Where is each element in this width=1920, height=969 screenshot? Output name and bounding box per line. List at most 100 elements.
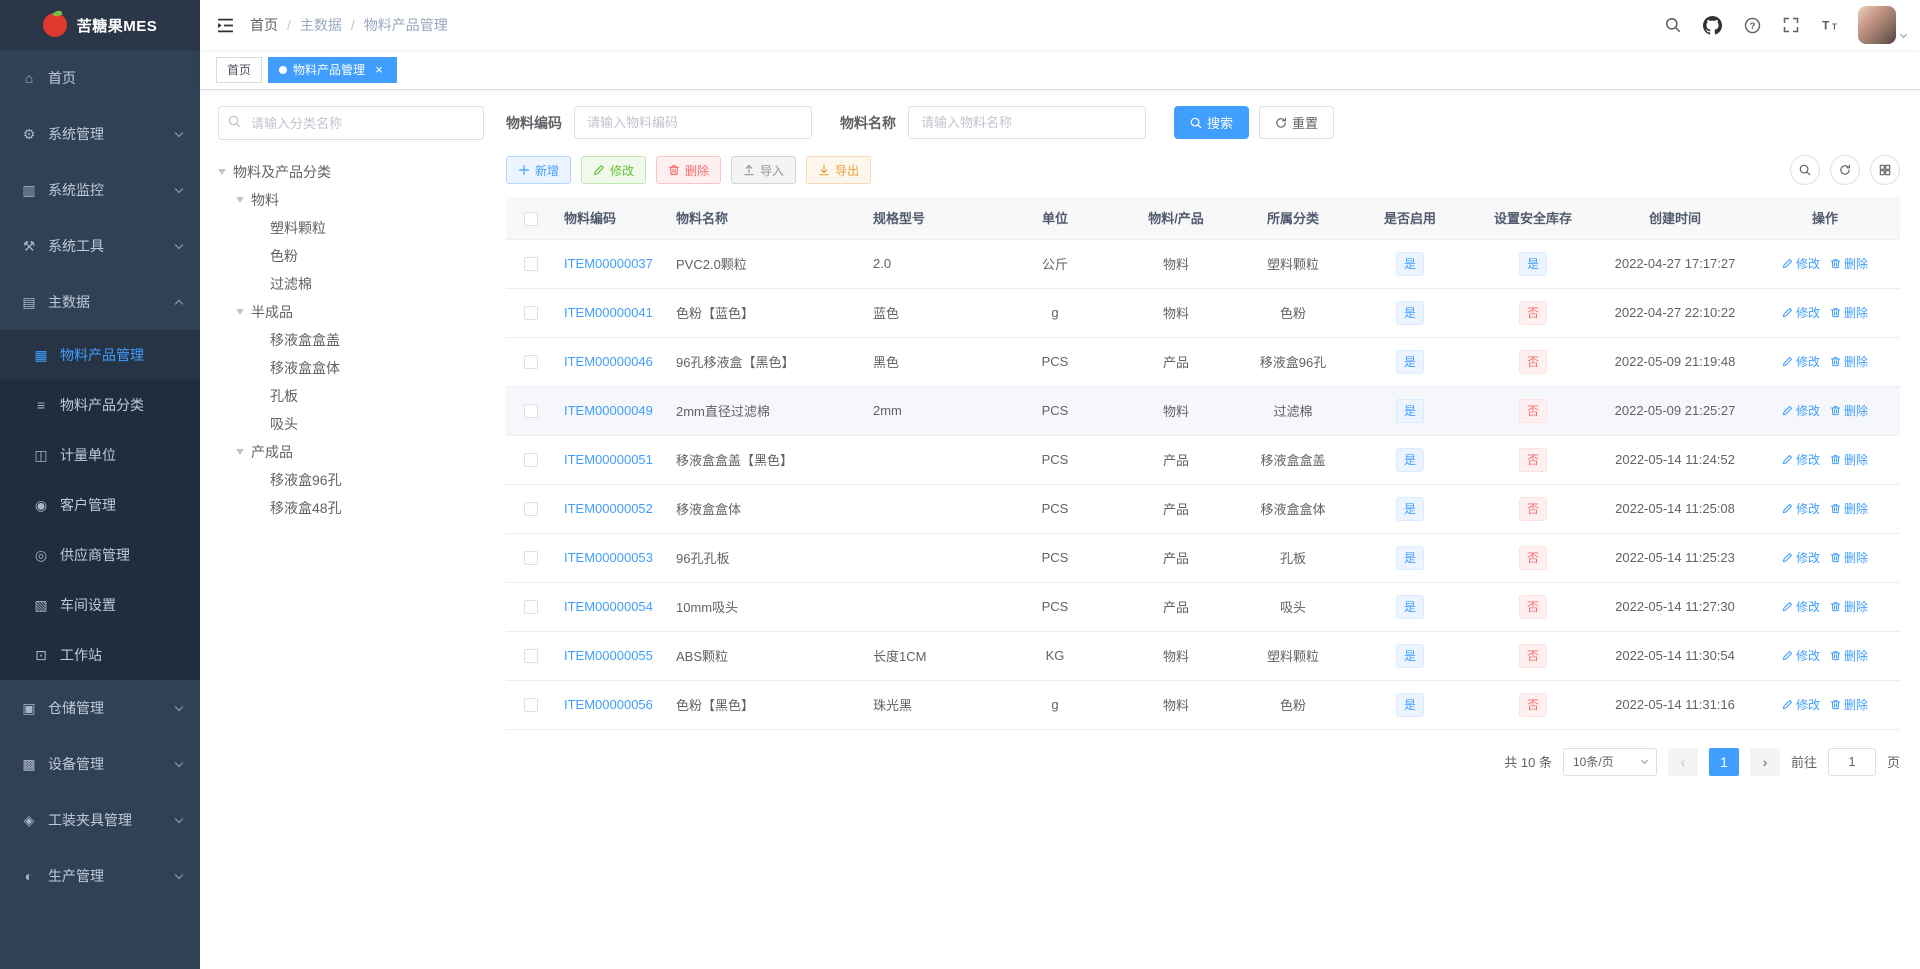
category-search-input[interactable] [218,106,484,140]
columns-button[interactable] [1870,155,1900,185]
sidebar-item-fixture-management[interactable]: ◈ 工装夹具管理 [0,792,200,848]
hamburger-icon[interactable] [200,0,250,50]
tree-node[interactable]: 移液盒盒盖 [218,326,484,354]
prev-page-button[interactable]: ‹ [1667,747,1698,776]
row-delete-button[interactable]: 删除 [1830,402,1868,419]
row-edit-button[interactable]: 修改 [1782,549,1820,566]
refresh-table-button[interactable] [1830,155,1860,185]
tree-node[interactable]: 移液盒盒体 [218,354,484,382]
tree-node[interactable]: 塑料颗粒 [218,214,484,242]
caret-down-icon[interactable] [236,449,244,455]
row-checkbox[interactable] [524,355,538,370]
row-delete-button[interactable]: 删除 [1830,304,1868,321]
toggle-search-button[interactable] [1790,155,1820,185]
help-icon[interactable]: ? [1733,0,1772,50]
tree-node[interactable]: 移液盒48孔 [218,494,484,522]
tree-node[interactable]: 移液盒96孔 [218,466,484,494]
sidebar-item-master-data[interactable]: ▤ 主数据 [0,274,200,330]
sidebar-item-material-product-management[interactable]: ▦ 物料产品管理 [0,330,200,380]
material-code-link[interactable]: ITEM00000055 [564,648,653,663]
sidebar-item-supplier-management[interactable]: ◎ 供应商管理 [0,530,200,580]
edit-button[interactable]: 修改 [581,156,647,184]
material-code-link[interactable]: ITEM00000053 [564,550,653,565]
select-all-checkbox[interactable] [524,211,538,226]
user-avatar[interactable] [1858,6,1896,44]
caret-down-icon[interactable] [236,309,244,315]
reset-button[interactable]: 重置 [1259,106,1335,139]
sidebar-item-system-monitor[interactable]: ▥ 系统监控 [0,162,200,218]
row-checkbox[interactable] [524,257,538,272]
sidebar-item-material-product-category[interactable]: ≡ 物料产品分类 [0,380,200,430]
row-edit-button[interactable]: 修改 [1782,598,1820,615]
tree-node[interactable]: 过滤棉 [218,270,484,298]
row-delete-button[interactable]: 删除 [1830,353,1868,370]
caret-down-icon[interactable] [236,197,244,203]
goto-page-input[interactable] [1827,747,1876,776]
sidebar-item-customer-management[interactable]: ◉ 客户管理 [0,480,200,530]
material-code-input[interactable] [574,106,812,139]
import-button[interactable]: 导入 [731,156,797,184]
next-page-button[interactable]: › [1749,747,1780,776]
row-delete-button[interactable]: 删除 [1830,451,1868,468]
tree-node[interactable]: 物料及产品分类 [218,158,484,186]
row-delete-button[interactable]: 删除 [1830,255,1868,272]
row-delete-button[interactable]: 删除 [1830,647,1868,664]
breadcrumb-item[interactable]: 首页 [250,15,278,35]
row-edit-button[interactable]: 修改 [1782,402,1820,419]
github-icon[interactable] [1692,0,1733,50]
sidebar-item-measurement-unit[interactable]: ◫ 计量单位 [0,430,200,480]
material-code-link[interactable]: ITEM00000054 [564,599,653,614]
tree-node[interactable]: 吸头 [218,410,484,438]
search-icon[interactable] [1654,0,1692,50]
row-checkbox[interactable] [524,404,538,419]
app-logo[interactable]: 苦糖果MES [0,0,200,50]
material-code-link[interactable]: ITEM00000041 [564,305,653,320]
page-size-select[interactable]: 10条/页 [1562,747,1657,776]
sidebar-item-workstation[interactable]: ⊡ 工作站 [0,630,200,680]
row-edit-button[interactable]: 修改 [1782,500,1820,517]
sidebar-item-equipment-management[interactable]: ▩ 设备管理 [0,736,200,792]
row-checkbox[interactable] [524,453,538,468]
sidebar-item-system-tools[interactable]: ⚒ 系统工具 [0,218,200,274]
tab-home[interactable]: 首页 [216,56,263,83]
row-delete-button[interactable]: 删除 [1830,696,1868,713]
row-checkbox[interactable] [524,698,538,713]
tree-node[interactable]: 物料 [218,186,484,214]
sidebar-item-home[interactable]: ⌂ 首页 [0,50,200,106]
material-code-link[interactable]: ITEM00000049 [564,403,653,418]
close-tab-icon[interactable]: × [372,63,386,77]
row-edit-button[interactable]: 修改 [1782,696,1820,713]
sidebar-item-production-management[interactable]: ◐ 生产管理 [0,848,200,904]
row-delete-button[interactable]: 删除 [1830,549,1868,566]
tree-node[interactable]: 产成品 [218,438,484,466]
row-edit-button[interactable]: 修改 [1782,647,1820,664]
fullscreen-icon[interactable] [1772,0,1810,50]
row-edit-button[interactable]: 修改 [1782,353,1820,370]
material-code-link[interactable]: ITEM00000046 [564,354,653,369]
row-checkbox[interactable] [524,600,538,615]
sidebar-item-workshop-settings[interactable]: ▧ 车间设置 [0,580,200,630]
font-size-icon[interactable]: TT [1810,0,1850,50]
search-button[interactable]: 搜索 [1174,106,1250,139]
row-edit-button[interactable]: 修改 [1782,451,1820,468]
sidebar-item-warehouse-management[interactable]: ▣ 仓储管理 [0,680,200,736]
chevron-down-icon[interactable] [1899,30,1908,39]
export-button[interactable]: 导出 [806,156,872,184]
tab-material-product-management[interactable]: 物料产品管理 × [268,56,398,83]
material-code-link[interactable]: ITEM00000037 [564,256,653,271]
row-checkbox[interactable] [524,306,538,321]
caret-down-icon[interactable] [218,169,226,175]
row-edit-button[interactable]: 修改 [1782,304,1820,321]
material-code-link[interactable]: ITEM00000052 [564,501,653,516]
tree-node[interactable]: 半成品 [218,298,484,326]
row-delete-button[interactable]: 删除 [1830,500,1868,517]
row-edit-button[interactable]: 修改 [1782,255,1820,272]
sidebar-item-system-management[interactable]: ⚙ 系统管理 [0,106,200,162]
row-delete-button[interactable]: 删除 [1830,598,1868,615]
material-code-link[interactable]: ITEM00000051 [564,452,653,467]
row-checkbox[interactable] [524,502,538,517]
row-checkbox[interactable] [524,551,538,566]
material-code-link[interactable]: ITEM00000056 [564,697,653,712]
delete-button[interactable]: 删除 [656,156,722,184]
add-button[interactable]: 新增 [506,156,572,184]
